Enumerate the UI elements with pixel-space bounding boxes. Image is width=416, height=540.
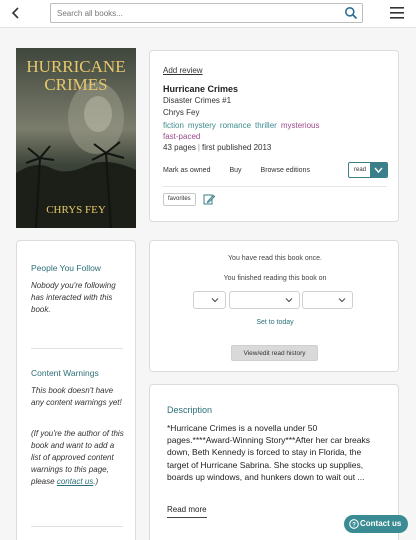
svg-text:?: ? (352, 521, 356, 528)
book-author[interactable]: Chrys Fey (163, 108, 199, 117)
content-warnings-author-note: (If you're the author of this book and w… (31, 429, 124, 486)
browse-editions-link[interactable]: Browse editions (261, 167, 310, 174)
set-to-today-link[interactable]: Set to today (150, 319, 400, 326)
contact-us-label: Contact us (360, 519, 402, 528)
book-title: Hurricane Crimes (163, 84, 239, 94)
contact-us-button[interactable]: ? Contact us (344, 515, 408, 533)
book-meta: 43 pages | first published 2013 (163, 143, 272, 152)
chevron-down-icon (338, 298, 346, 303)
chevron-down-icon[interactable] (370, 163, 387, 177)
description-heading: Description (167, 405, 213, 415)
content-warnings-heading: Content Warnings (31, 368, 99, 378)
sidebar-panel: People You Follow Nobody you're followin… (16, 240, 136, 540)
mark-owned-link[interactable]: Mark as owned (163, 167, 210, 174)
read-status-card: You have read this book once. You finish… (149, 240, 399, 372)
page-count: 43 pages (163, 143, 196, 152)
genre-tag-mystery[interactable]: mystery (188, 121, 216, 130)
divider (31, 526, 123, 527)
hamburger-menu-icon[interactable] (390, 7, 404, 19)
read-more-link[interactable]: Read more (167, 505, 207, 518)
book-series[interactable]: Disaster Crimes #1 (163, 96, 231, 105)
genre-tags: fiction mystery romance thriller mysterious f… (163, 120, 353, 142)
finished-reading-text: You finished reading this book on (223, 275, 327, 282)
genre-tag-thriller[interactable]: thriller (255, 121, 277, 130)
publish-date: first published 2013 (202, 143, 272, 152)
view-edit-read-history-button[interactable]: View/edit read history (231, 345, 318, 361)
chevron-left-icon[interactable] (9, 5, 23, 21)
add-review-link[interactable]: Add review (163, 66, 203, 75)
content-warnings-text: This book doesn't have any content warni… (31, 386, 122, 407)
people-you-follow-text: Nobody you're following has interacted w… (31, 281, 116, 314)
edit-icon[interactable] (203, 193, 215, 205)
pace-tag-fast-paced[interactable]: fast-paced (163, 132, 200, 141)
cover-title-text: HURRICANE (26, 57, 125, 76)
help-icon: ? (349, 519, 359, 529)
cover-author-text: CHRYS FEY (46, 204, 106, 216)
search-box (50, 3, 363, 23)
genre-tag-romance[interactable]: romance (220, 121, 251, 130)
search-icon[interactable] (344, 6, 358, 20)
people-you-follow-heading: People You Follow (31, 263, 101, 273)
cover-title-text-2: CRIMES (44, 75, 107, 94)
genre-tag-fiction[interactable]: fiction (163, 121, 184, 130)
book-info-card: Add review Hurricane Crimes Disaster Cri… (149, 50, 399, 222)
read-status-label: read (353, 167, 366, 173)
description-text: *Hurricane Crimes is a novella under 50 … (167, 423, 370, 482)
divider (31, 348, 123, 349)
top-navigation-bar (0, 0, 416, 28)
book-actions: Mark as owned Buy Browse editions (163, 167, 329, 174)
month-select[interactable] (229, 291, 300, 309)
chevron-down-icon (285, 298, 293, 303)
favorites-tag[interactable]: favorites (163, 193, 196, 206)
buy-link[interactable]: Buy (229, 167, 241, 174)
divider (163, 186, 387, 187)
chevron-down-icon (211, 298, 219, 303)
read-status-button[interactable]: read (348, 162, 388, 178)
contact-us-link[interactable]: contact us (57, 477, 93, 486)
year-select[interactable] (302, 291, 353, 309)
search-input[interactable] (57, 6, 342, 20)
read-count-text: You have read this book once. (228, 255, 322, 262)
mood-tag-mysterious[interactable]: mysterious (281, 121, 320, 130)
day-select[interactable] (193, 291, 226, 309)
book-cover[interactable]: HURRICANE CRIMES CHRYS FEY (16, 48, 136, 228)
